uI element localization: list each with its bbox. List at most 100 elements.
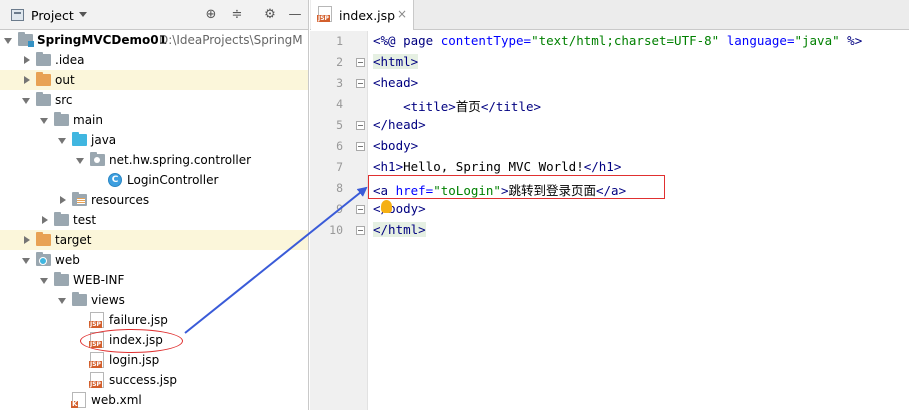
- tree-node[interactable]: success.jsp: [0, 370, 308, 390]
- tree-node-label: java: [91, 133, 117, 147]
- tree-node[interactable]: src: [0, 90, 308, 110]
- module-path: D:\IdeaProjects\SpringM: [159, 33, 303, 47]
- tree-node[interactable]: failure.jsp: [0, 310, 308, 330]
- fold-toggle-icon[interactable]: [356, 205, 365, 214]
- resources-folder-icon: [72, 192, 87, 206]
- expand-right-icon[interactable]: [24, 56, 30, 64]
- tree-node-label: target: [55, 233, 92, 247]
- web-folder-icon: [36, 252, 51, 266]
- line-number: 6: [336, 139, 343, 153]
- code-line-text: <title>首页</title>: [373, 96, 541, 115]
- tree-node[interactable]: SpringMVCDemo01 D:\IdeaProjects\SpringM: [0, 30, 308, 50]
- expand-down-icon[interactable]: [4, 38, 12, 44]
- line-number: 4: [336, 97, 343, 111]
- expand-down-icon[interactable]: [58, 138, 66, 144]
- excluded-folder-icon: [36, 72, 51, 86]
- code-line-text: <h1>Hello, Spring MVC World!</h1>: [373, 159, 621, 174]
- tree-node[interactable]: web.xml: [0, 390, 308, 410]
- project-view-selector[interactable]: Project: [31, 8, 74, 23]
- code-line[interactable]: <title>首页</title>: [369, 94, 909, 115]
- jsp-file-icon: [317, 6, 332, 22]
- expand-right-icon[interactable]: [24, 76, 30, 84]
- code-token: </head>: [373, 117, 426, 132]
- tree-node[interactable]: out: [0, 70, 308, 90]
- expand-right-icon[interactable]: [24, 236, 30, 244]
- code-line[interactable]: </html>: [369, 220, 909, 241]
- tree-node[interactable]: target: [0, 230, 308, 250]
- code-editor[interactable]: <%@ page contentType="text/html;charset=…: [369, 31, 909, 410]
- tree-node[interactable]: net.hw.spring.controller: [0, 150, 308, 170]
- folder-icon: [36, 92, 51, 106]
- hide-panel-icon[interactable]: —: [287, 7, 303, 23]
- tree-node[interactable]: test: [0, 210, 308, 230]
- code-line[interactable]: <head>: [369, 73, 909, 94]
- code-token: <title>: [403, 99, 456, 114]
- editor-tab-bar: index.jsp ×: [310, 0, 909, 30]
- line-number: 3: [336, 76, 343, 90]
- folder-icon: [54, 272, 69, 286]
- tree-node[interactable]: java: [0, 130, 308, 150]
- expand-down-icon[interactable]: [22, 98, 30, 104]
- expand-down-icon[interactable]: [76, 158, 84, 164]
- lightbulb-intention-icon[interactable]: [381, 200, 392, 213]
- code-line-text: <html>: [373, 54, 419, 69]
- excluded-folder-icon: [36, 232, 51, 246]
- code-line[interactable]: <body>: [369, 136, 909, 157]
- line-number: 9: [336, 202, 343, 216]
- tree-node[interactable]: login.jsp: [0, 350, 308, 370]
- line-number: 7: [336, 160, 343, 174]
- jsp-file-icon: [89, 312, 104, 328]
- tree-node-label: net.hw.spring.controller: [109, 153, 252, 167]
- tree-node[interactable]: main: [0, 110, 308, 130]
- expand-right-icon[interactable]: [60, 196, 66, 204]
- tree-node[interactable]: WEB-INF: [0, 270, 308, 290]
- expand-down-icon[interactable]: [40, 278, 48, 284]
- highlight-box-anchor-line: [368, 175, 665, 199]
- tree-node-label: web.xml: [91, 393, 142, 407]
- tree-node[interactable]: web: [0, 250, 308, 270]
- line-number-gutter[interactable]: 1 2 3 4 5 6 7 8 9 10: [310, 31, 368, 410]
- fold-toggle-icon[interactable]: [356, 79, 365, 88]
- class-icon: C: [108, 173, 122, 187]
- expand-right-icon[interactable]: [42, 216, 48, 224]
- code-line[interactable]: </body>: [369, 199, 909, 220]
- code-line-text: <%@ page contentType="text/html;charset=…: [373, 33, 862, 48]
- code-token: <%@: [373, 33, 404, 48]
- code-line[interactable]: <html>: [369, 52, 909, 73]
- fold-toggle-icon[interactable]: [356, 226, 365, 235]
- tab-label: index.jsp: [339, 8, 396, 23]
- locate-target-icon[interactable]: ⊕: [203, 7, 219, 23]
- project-view-icon: [11, 9, 24, 21]
- code-line[interactable]: </head>: [369, 115, 909, 136]
- code-token: </title>: [480, 99, 542, 114]
- highlight-ellipse-index-jsp: [80, 329, 183, 353]
- code-token: contentType=: [440, 33, 532, 48]
- close-icon[interactable]: ×: [397, 7, 407, 21]
- tree-node[interactable]: C LoginController: [0, 170, 308, 190]
- tree-node-label: web: [55, 253, 80, 267]
- expand-down-icon[interactable]: [40, 118, 48, 124]
- folder-icon: [36, 52, 51, 66]
- tree-node-label: src: [55, 93, 73, 107]
- fold-toggle-icon[interactable]: [356, 121, 365, 130]
- tree-node[interactable]: views: [0, 290, 308, 310]
- expand-down-icon[interactable]: [58, 298, 66, 304]
- fold-toggle-icon[interactable]: [356, 58, 365, 67]
- line-number: 2: [336, 55, 343, 69]
- tree-node[interactable]: resources: [0, 190, 308, 210]
- jsp-file-icon: [89, 352, 104, 368]
- tree-node[interactable]: .idea: [0, 50, 308, 70]
- source-folder-icon: [72, 132, 87, 146]
- code-line-text: <body>: [373, 138, 418, 153]
- tab-index-jsp[interactable]: index.jsp ×: [311, 0, 414, 30]
- chevron-down-icon[interactable]: [79, 12, 87, 17]
- tree-node-label: resources: [91, 193, 150, 207]
- code-line[interactable]: <%@ page contentType="text/html;charset=…: [369, 31, 909, 52]
- gear-icon[interactable]: ⚙: [262, 7, 278, 23]
- collapse-all-icon[interactable]: ≑: [229, 7, 245, 23]
- fold-toggle-icon[interactable]: [356, 142, 365, 151]
- code-token: </h1>: [583, 159, 622, 174]
- expand-down-icon[interactable]: [22, 258, 30, 264]
